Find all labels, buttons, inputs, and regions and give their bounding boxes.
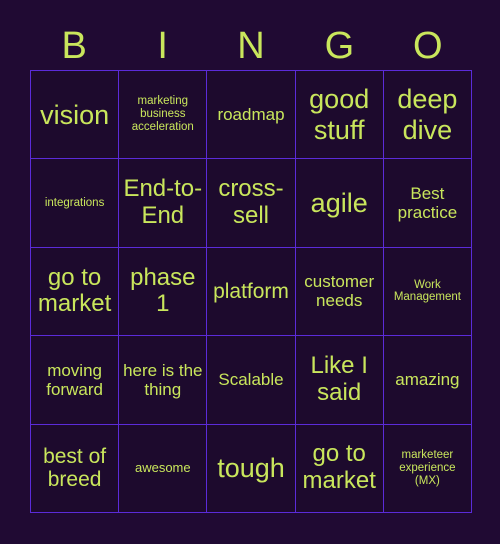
bingo-header-letter-g: G: [324, 25, 355, 67]
bingo-cell-label: marketing business acceleration: [131, 95, 194, 134]
bingo-cell-label: Scalable: [218, 370, 284, 390]
bingo-cell[interactable]: cross-sell: [207, 159, 295, 247]
bingo-cell-label: phase 1: [130, 263, 196, 318]
bingo-header-row: B I N G O: [30, 22, 472, 70]
bingo-cell-label: best of breed: [43, 444, 107, 492]
bingo-cell-label: go to market: [37, 263, 112, 318]
bingo-cell-label: Work Management: [393, 278, 461, 304]
bingo-cell[interactable]: Like I said: [295, 336, 383, 424]
bingo-cell[interactable]: marketing business acceleration: [119, 71, 207, 159]
bingo-cell[interactable]: vision: [31, 71, 119, 159]
bingo-cell-label: End-to-End: [123, 175, 203, 230]
bingo-cell-label: here is the thing: [123, 360, 203, 399]
bingo-cell-label: agile: [310, 187, 368, 218]
bingo-cell-label: tough: [217, 453, 285, 484]
bingo-cell[interactable]: agile: [295, 159, 383, 247]
bingo-cell[interactable]: customer needs: [295, 247, 383, 336]
bingo-cell-label: Like I said: [310, 352, 368, 406]
bingo-cell-label: vision: [40, 99, 110, 130]
bingo-cell-label: moving forward: [46, 360, 103, 399]
bingo-cell-label: integrations: [44, 196, 105, 209]
bingo-cell[interactable]: best of breed: [31, 424, 119, 512]
bingo-cell[interactable]: roadmap: [207, 71, 295, 159]
bingo-header-letter-i: I: [157, 25, 168, 67]
bingo-card: B I N G O vision marketing business accel…: [0, 0, 500, 544]
bingo-cell[interactable]: go to market: [31, 247, 119, 336]
bingo-header-letter-n: N: [237, 25, 265, 67]
bingo-cell[interactable]: good stuff: [295, 71, 383, 159]
bingo-cell-label: marketeer experience (MX): [399, 448, 456, 487]
bingo-cell-label: platform: [213, 279, 289, 303]
bingo-cell[interactable]: moving forward: [31, 336, 119, 424]
bingo-cell[interactable]: phase 1: [119, 247, 207, 336]
bingo-cell[interactable]: go to market: [295, 424, 383, 512]
bingo-cell[interactable]: End-to-End: [119, 159, 207, 247]
bingo-cell[interactable]: integrations: [31, 159, 119, 247]
bingo-header-letter-b: B: [61, 25, 87, 67]
bingo-header-letter-o: O: [413, 25, 443, 67]
bingo-cell[interactable]: deep dive: [383, 71, 471, 159]
bingo-cell[interactable]: Scalable: [207, 336, 295, 424]
bingo-cell[interactable]: here is the thing: [119, 336, 207, 424]
bingo-cell[interactable]: platform: [207, 247, 295, 336]
bingo-cell-label: good stuff: [309, 84, 370, 145]
bingo-grid: vision marketing business acceleration roa…: [30, 70, 472, 513]
bingo-cell[interactable]: Work Management: [383, 247, 471, 336]
bingo-cell-label: Best practice: [397, 184, 458, 223]
bingo-cell[interactable]: amazing: [383, 336, 471, 424]
bingo-cell-label: customer needs: [304, 272, 375, 311]
bingo-cell-label: amazing: [395, 370, 460, 390]
bingo-cell-label: deep dive: [397, 84, 458, 145]
bingo-cell[interactable]: marketeer experience (MX): [383, 424, 471, 512]
bingo-cell-label: go to market: [302, 440, 376, 495]
bingo-cell[interactable]: tough: [207, 424, 295, 512]
bingo-cell-label: awesome: [134, 460, 191, 476]
bingo-cell-label: roadmap: [217, 105, 285, 125]
bingo-cell-label: cross-sell: [218, 175, 284, 230]
bingo-cell[interactable]: Best practice: [383, 159, 471, 247]
bingo-cell[interactable]: awesome: [119, 424, 207, 512]
